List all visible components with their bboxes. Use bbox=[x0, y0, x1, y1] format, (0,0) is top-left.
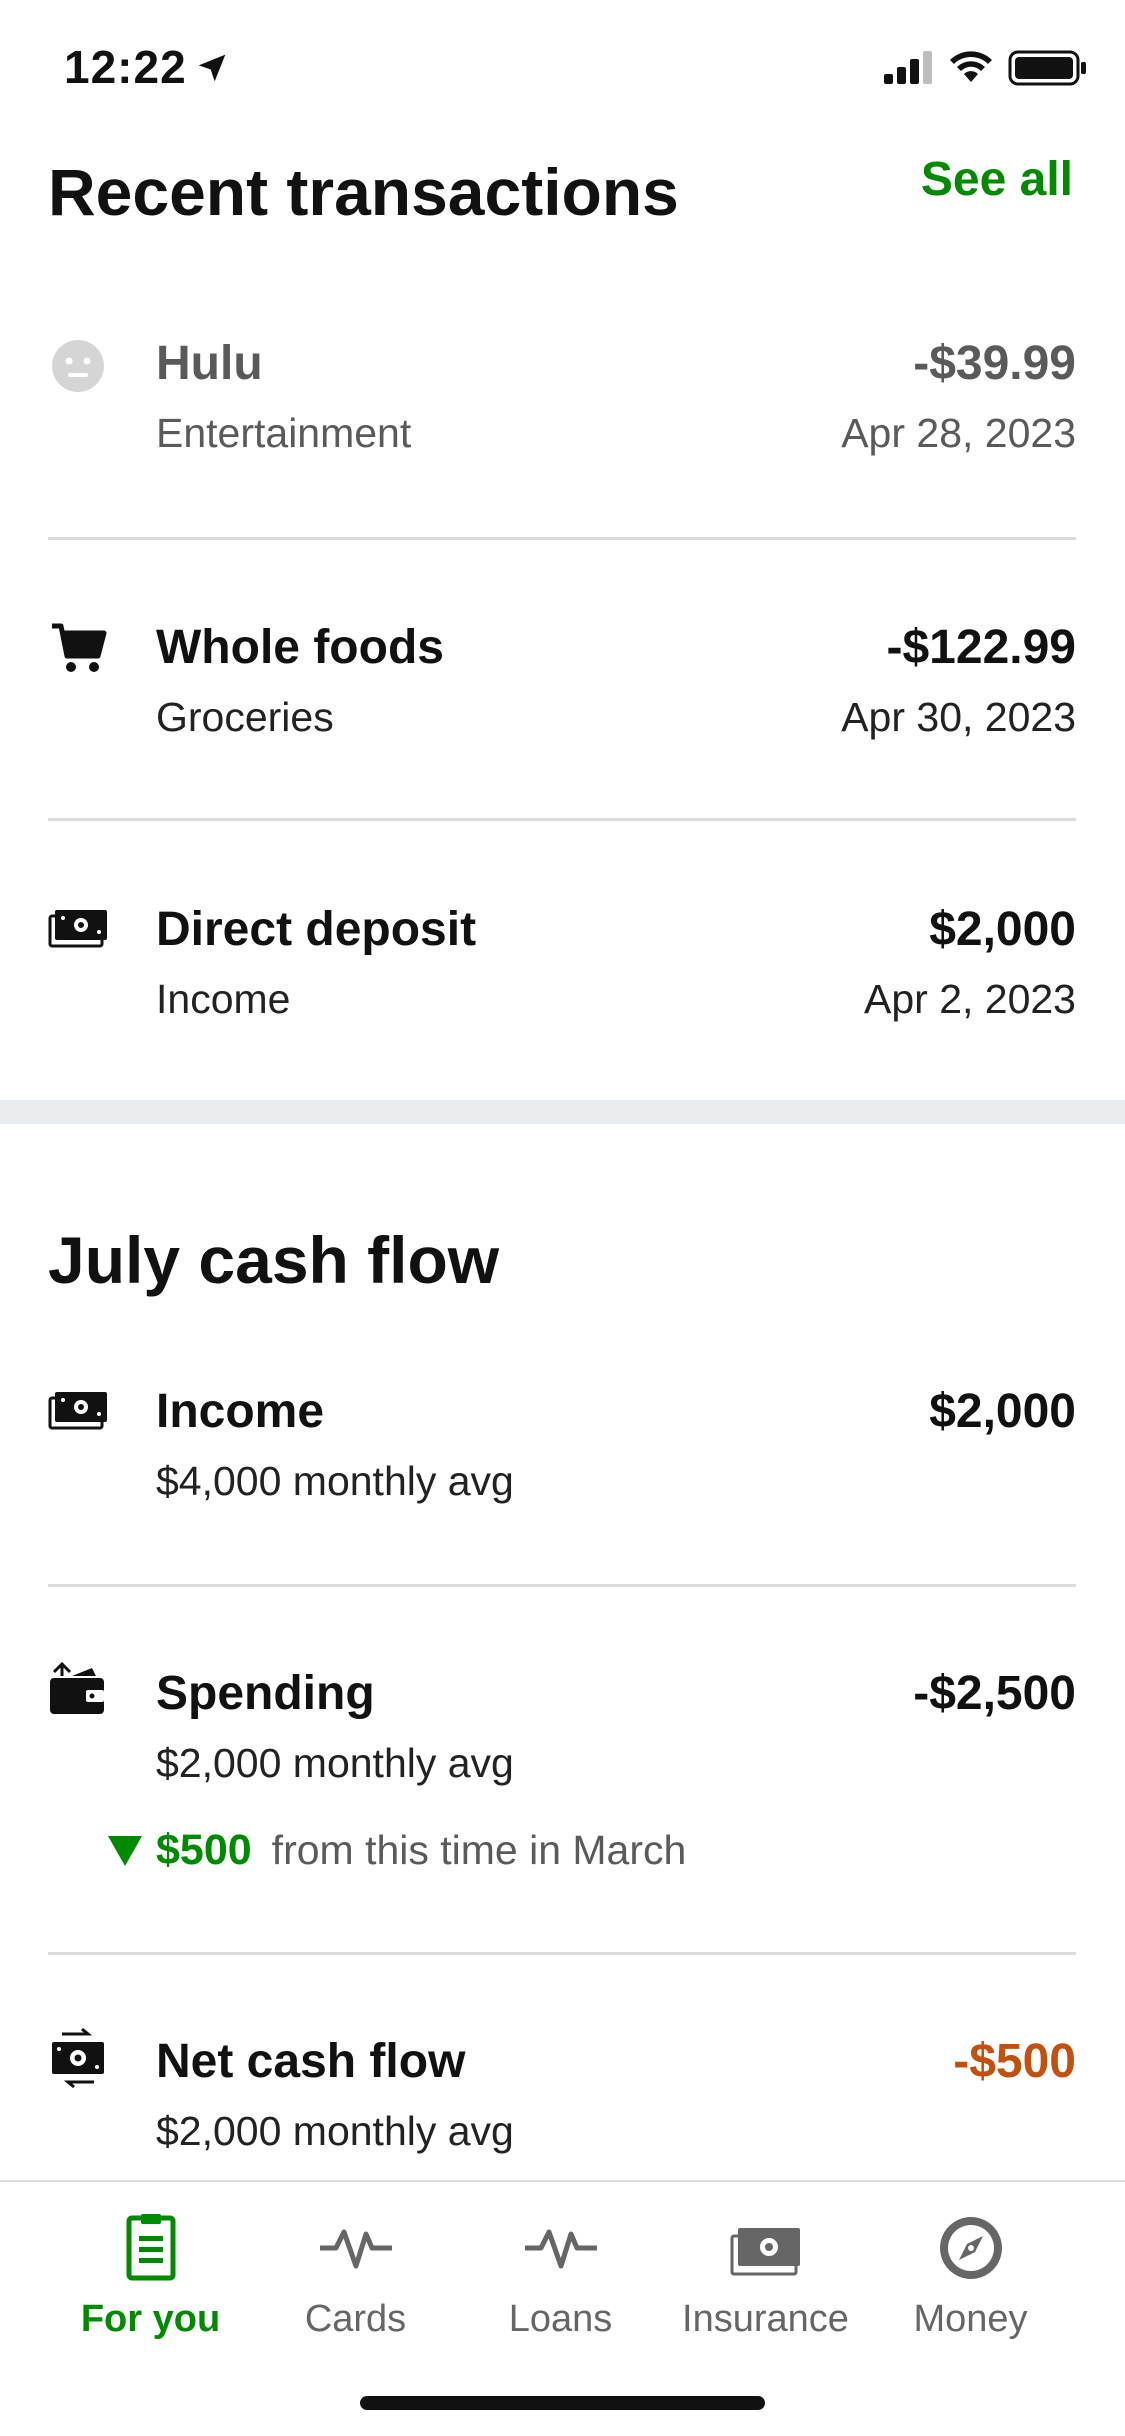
cash-flow-name: Net cash flow bbox=[156, 2035, 466, 2088]
tab-for-you[interactable]: For you bbox=[48, 2212, 253, 2341]
tab-label: Cards bbox=[304, 2298, 407, 2340]
cash-flow-row-income[interactable]: Income $4,000 monthly avg $2,000 bbox=[48, 1378, 1076, 1518]
cash-icon bbox=[730, 2228, 800, 2276]
status-time: 12:22 bbox=[64, 41, 187, 93]
cash-flow-name: Spending bbox=[156, 1667, 375, 1720]
tab-label: For you bbox=[80, 2298, 221, 2340]
cash-flow-sub: $2,000 monthly avg bbox=[156, 2108, 514, 2154]
pulse-icon bbox=[319, 2229, 392, 2269]
see-all-link[interactable]: See all bbox=[921, 152, 1073, 207]
delta-text: from this time in March bbox=[271, 1827, 687, 1873]
transaction-row-whole-foods[interactable]: Whole foods Groceries -$122.99 Apr 30, 2… bbox=[48, 614, 1076, 754]
transaction-name: Hulu bbox=[156, 337, 263, 390]
cash-flow-amount: $2,000 bbox=[929, 1385, 1076, 1438]
tab-loans[interactable]: Loans bbox=[458, 2212, 663, 2341]
divider bbox=[48, 1952, 1076, 1955]
tab-label: Money bbox=[913, 2298, 1028, 2340]
spending-delta: $500 from this time in March bbox=[108, 1826, 686, 1875]
divider bbox=[48, 537, 1076, 540]
transaction-row-direct-deposit[interactable]: Direct deposit Income $2,000 Apr 2, 2023 bbox=[48, 896, 1076, 1036]
cash-flow-amount: -$500 bbox=[953, 2035, 1076, 2088]
transaction-amount: -$39.99 bbox=[913, 337, 1076, 390]
recent-transactions-title: Recent transactions bbox=[48, 155, 679, 229]
transaction-amount: -$122.99 bbox=[886, 621, 1077, 674]
wallet-icon bbox=[50, 1661, 104, 1714]
wifi-icon bbox=[950, 51, 992, 82]
transaction-date: Apr 2, 2023 bbox=[864, 976, 1076, 1022]
transaction-date: Apr 28, 2023 bbox=[841, 410, 1076, 456]
transaction-row-hulu[interactable]: Hulu Entertainment -$39.99 Apr 28, 2023 bbox=[48, 330, 1076, 470]
home-indicator bbox=[360, 2396, 765, 2410]
cash-flow-title: July cash flow bbox=[48, 1223, 500, 1297]
cash-icon bbox=[48, 1392, 107, 1430]
cash-exchange-icon bbox=[52, 2028, 104, 2088]
cart-icon bbox=[52, 623, 107, 672]
tab-insurance[interactable]: Insurance bbox=[663, 2212, 868, 2341]
divider bbox=[48, 818, 1076, 821]
delta-value: $500 bbox=[156, 1826, 252, 1874]
transaction-date: Apr 30, 2023 bbox=[841, 694, 1076, 740]
transaction-category: Entertainment bbox=[156, 410, 412, 456]
tab-cards[interactable]: Cards bbox=[253, 2212, 458, 2341]
section-separator bbox=[0, 1100, 1125, 1124]
document-icon bbox=[126, 2214, 175, 2281]
transaction-amount: $2,000 bbox=[929, 903, 1076, 956]
transaction-category: Income bbox=[156, 976, 291, 1022]
location-arrow-icon bbox=[198, 54, 226, 82]
battery-icon bbox=[1008, 50, 1086, 86]
tab-label: Loans bbox=[508, 2298, 613, 2340]
divider bbox=[48, 1584, 1076, 1587]
cash-flow-sub: $2,000 monthly avg bbox=[156, 1740, 514, 1786]
down-triangle-icon bbox=[108, 1835, 142, 1866]
transaction-name: Whole foods bbox=[156, 621, 444, 674]
compass-icon bbox=[939, 2217, 1002, 2279]
tab-label: Insurance bbox=[682, 2298, 849, 2340]
cash-flow-row-net[interactable]: Net cash flow $2,000 monthly avg -$500 bbox=[48, 2028, 1076, 2168]
tab-money[interactable]: Money bbox=[868, 2212, 1073, 2341]
cash-flow-name: Income bbox=[156, 1385, 325, 1438]
cash-flow-sub: $4,000 monthly avg bbox=[156, 1458, 514, 1504]
face-icon bbox=[52, 340, 104, 392]
cellular-signal-icon bbox=[884, 51, 932, 84]
cash-flow-amount: -$2,500 bbox=[913, 1667, 1076, 1720]
transaction-name: Direct deposit bbox=[156, 903, 477, 956]
cash-icon bbox=[48, 910, 107, 948]
pulse-icon bbox=[524, 2229, 597, 2269]
transaction-category: Groceries bbox=[156, 694, 334, 740]
status-bar: 12:22 bbox=[0, 0, 1125, 140]
